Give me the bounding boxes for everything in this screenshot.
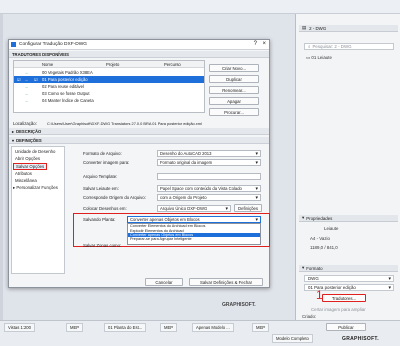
list-item[interactable]: → 00 Vegetais Padrão X38EA [14, 69, 204, 76]
option-item[interactable]: Preparar-se para Agrupar Inteligente [128, 237, 260, 241]
file-origin-label: Corresponde Origem do Arquivo: [83, 195, 146, 200]
definitions-section-header[interactable]: ▾ DEFINIÇÕES [9, 137, 269, 144]
layout-icon: ▭ [306, 55, 311, 60]
navigator-panel: ▤ 2 - DWG ⌕ Pesquisar: 2 - DWG ▭ 01 Leia… [295, 14, 400, 320]
chevron-down-icon: ▾ [12, 137, 15, 143]
definitions-nav: Unidade de Desenho Abrir Opções Salvar O… [11, 146, 65, 274]
app-icon [11, 42, 16, 47]
nav-item-custom-functions[interactable]: ▸ Personalizar Funções [13, 185, 58, 191]
save-close-button[interactable]: Salvar Definições & Fechar [189, 278, 263, 286]
place-drawings-select[interactable]: Arquivo Único DXF-DWG [157, 205, 231, 212]
save-plan-label: Salvando Planta: [83, 217, 116, 222]
list-item-selected[interactable]: ☑ → ☑ 01 Para posterior edição [14, 76, 204, 83]
delete-button[interactable]: Apagar [209, 97, 259, 105]
status-item[interactable]: MEP [66, 323, 84, 332]
duplicate-button[interactable]: Duplicar [209, 75, 259, 83]
nav-item-misc[interactable]: Miscelânea [15, 178, 37, 183]
annotation-number: 1 [316, 288, 323, 302]
document-icon: ▤ [302, 25, 307, 30]
status-item[interactable]: MEP [160, 323, 178, 332]
left-edge [0, 14, 3, 320]
zoom-select[interactable]: Vistas 1:200 [4, 323, 35, 332]
format-footer-text: Certar imagem para ampliar [311, 307, 366, 312]
column-header[interactable]: Nome [42, 62, 53, 67]
status-item[interactable]: Apenas Modelo ... [192, 323, 234, 332]
column-header[interactable]: Percurso [164, 62, 181, 67]
nav-item-drawing-unit[interactable]: Unidade de Desenho [15, 149, 55, 154]
arrow-icon: → [24, 91, 29, 96]
translators-list: Nome Projeto Percurso → 00 Vegetais Padr… [13, 60, 205, 113]
definitions-button[interactable]: Definições [234, 204, 262, 212]
format-select[interactable]: DWG [304, 275, 394, 282]
arrow-icon: → [24, 84, 29, 89]
location-path: C:\Users\User\Graphisoft\DXF-DWG Transla… [47, 121, 202, 126]
property-dims: 1189,0 / 841,0 [310, 245, 338, 250]
file-origin-select[interactable]: com a Origem do Projeto [157, 194, 261, 201]
location-label: Localização: [13, 121, 37, 126]
graphisoft-watermark: GRAPHISOFT. [222, 302, 256, 308]
property-name: Leiaute [324, 226, 339, 231]
save-plan-options: Converter Elementos do Archicad em Bloco… [127, 223, 261, 245]
rename-button[interactable]: Renomear... [209, 86, 259, 94]
description-section-header[interactable]: ▸ DESCRIÇÃO [9, 128, 269, 135]
list-item[interactable]: → 02 Para reuse editável [14, 83, 204, 90]
arrow-icon: → [24, 98, 29, 103]
translators-button[interactable]: Tradutores... [322, 294, 366, 302]
browse-button[interactable]: Procurar... [209, 108, 259, 116]
close-icon[interactable]: × [262, 41, 266, 47]
save-zones-label: Salvar Zonas como: [83, 243, 122, 248]
arrow-icon: → [24, 77, 29, 82]
chevron-right-icon: ▸ [12, 128, 15, 134]
publish-button[interactable]: Publicar [326, 323, 366, 331]
cancel-button[interactable]: Cancelar [145, 278, 183, 286]
navigator-item[interactable]: ▭ 01 Leiaute [306, 55, 332, 61]
checkbox-icon[interactable]: ☑ [34, 77, 38, 82]
view-tab[interactable]: ▤ 2 - DWG [299, 25, 398, 32]
help-icon[interactable]: ? [254, 41, 257, 47]
nav-item-save-options[interactable]: Salvar Opções [13, 163, 48, 170]
save-plan-select[interactable]: Converter apenas Objetos em Blocos [127, 216, 261, 223]
graphisoft-logo: GRAPHISOFT. [342, 336, 379, 342]
list-header: Nome Projeto Percurso [14, 61, 204, 68]
chevron-down-icon: ▾ [302, 265, 305, 270]
template-file-field[interactable] [157, 173, 261, 180]
convert-image-select[interactable]: Formato original da imagem [157, 159, 261, 166]
app-toolbar [0, 0, 400, 14]
list-item[interactable]: → 03 Como se fosse Output [14, 90, 204, 97]
column-header[interactable]: Projeto [106, 62, 119, 67]
save-layout-label: Salvar Leiaute em: [83, 186, 119, 191]
status-item[interactable]: MEP [252, 323, 270, 332]
nav-item-open-options[interactable]: Abrir Opções [15, 156, 40, 161]
property-size: A4 - Vazio [310, 236, 330, 241]
dialog-title: Configurar Tradução DXF-DWG [19, 42, 87, 47]
navigator-search-input[interactable]: ⌕ Pesquisar: 2 - DWG [304, 43, 394, 50]
search-icon: ⌕ [308, 44, 311, 49]
place-drawings-label: Colocar Desenhos em: [83, 206, 127, 211]
properties-header[interactable]: ▾ Propriedades [299, 215, 398, 222]
dialog-title-bar: Configurar Tradução DXF-DWG ? × [9, 40, 269, 50]
list-item[interactable]: → 04 Manter Índice de Caneta [14, 97, 204, 104]
nav-item-attributes[interactable]: Atributos [15, 171, 32, 176]
arrow-icon: → [24, 70, 29, 75]
checkbox-icon[interactable]: ☑ [17, 77, 21, 82]
translators-section-header: TRADUTORES DISPONÍVEIS [9, 51, 269, 58]
status-bar: Vistas 1:200 MEP 01 Planta do Est... MEP… [0, 320, 400, 346]
status-item[interactable]: 01 Planta do Est... [104, 323, 147, 332]
chevron-down-icon: ▾ [302, 215, 305, 220]
file-format-select[interactable]: Desenho do AutoCAD 2013 [157, 150, 261, 157]
save-layout-select[interactable]: Papel Space com conteúdo da Vista Colado [157, 185, 261, 192]
created-label: Criado: [302, 314, 317, 319]
template-file-label: Arquivo Template: [83, 174, 118, 179]
file-format-label: Formato de Arquivo: [83, 151, 122, 156]
format-header[interactable]: ▾ Formato [299, 265, 398, 272]
translation-dialog: Configurar Tradução DXF-DWG ? × TRADUTOR… [8, 39, 270, 288]
convert-image-label: Converter imagem para: [83, 160, 130, 165]
status-item[interactable]: Modelo Completo [272, 334, 313, 343]
create-new-button[interactable]: Criar Novo... [209, 64, 259, 72]
